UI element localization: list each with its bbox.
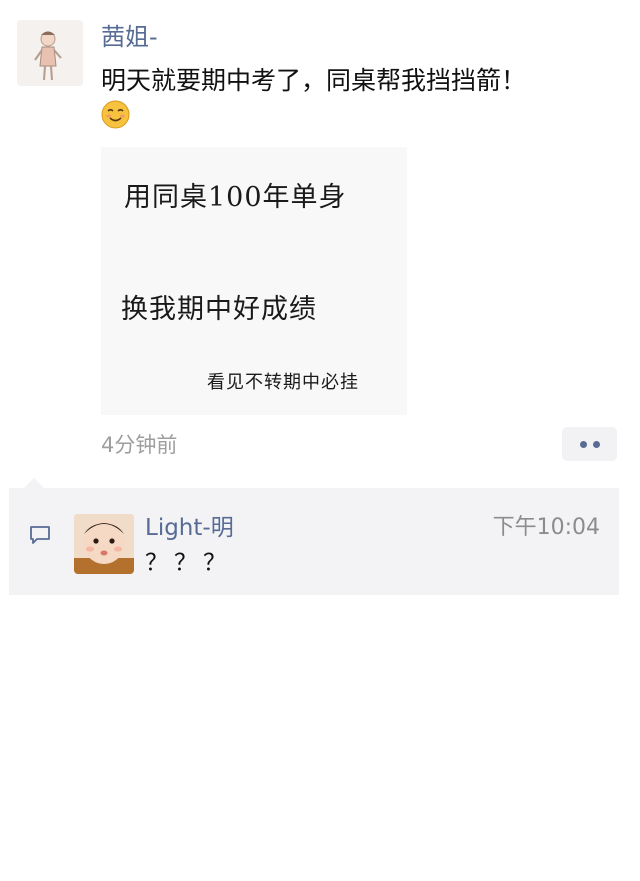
- comment-panel: Light-明 下午10:04 ？？？: [9, 488, 619, 595]
- image-text-line-1: 用同桌100年单身: [124, 182, 347, 213]
- commenter-avatar[interactable]: [74, 514, 134, 574]
- more-dots-icon: [579, 440, 587, 448]
- post-timestamp: 4分钟前: [101, 433, 178, 457]
- post-author-name[interactable]: 茜姐-: [101, 20, 158, 54]
- post-text: 明天就要期中考了，同桌帮我挡挡箭！: [101, 66, 527, 95]
- smiling-face-emoji-icon: [101, 100, 130, 129]
- comment-panel-arrow: [24, 478, 44, 488]
- author-avatar[interactable]: [17, 20, 83, 86]
- comment-icon: [30, 526, 50, 544]
- image-text-line-2: 换我期中好成绩: [121, 294, 317, 325]
- more-dots-icon: [592, 440, 600, 448]
- avatar-illustration: [17, 20, 83, 86]
- post-image[interactable]: 用同桌100年单身 换我期中好成绩 看见不转期中必挂: [101, 147, 407, 415]
- commenter-avatar-photo: [74, 514, 134, 574]
- commenter-name[interactable]: Light-明: [145, 511, 234, 545]
- comment-time: 下午10:04: [492, 515, 600, 540]
- image-text-line-3: 看见不转期中必挂: [207, 372, 359, 393]
- comment-text[interactable]: ？？？: [145, 548, 232, 578]
- more-options-button[interactable]: [562, 427, 617, 461]
